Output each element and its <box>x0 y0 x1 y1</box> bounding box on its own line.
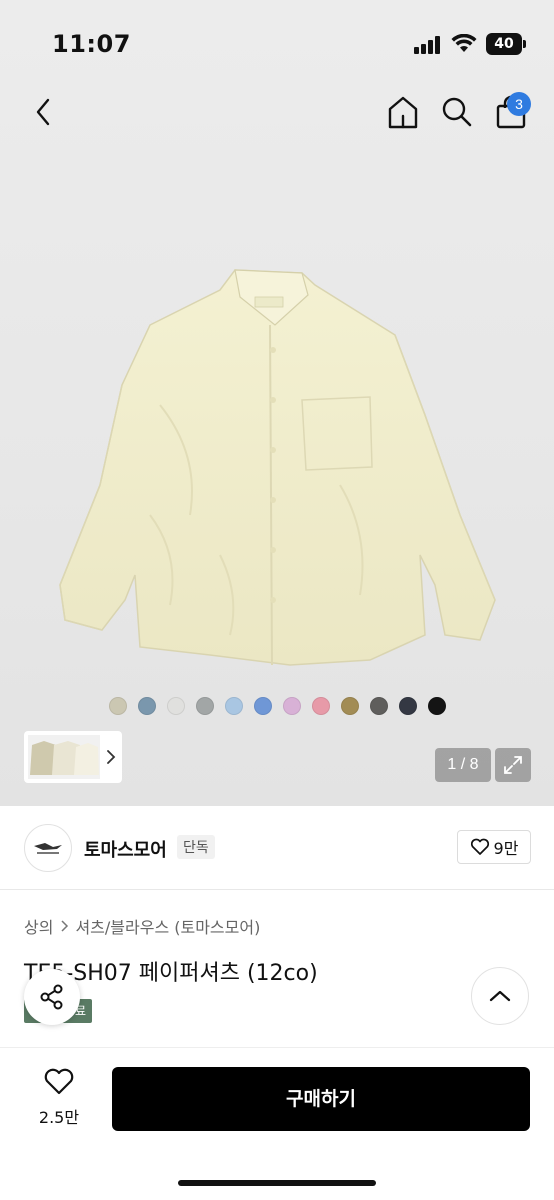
cellular-signal-icon <box>414 36 442 54</box>
thumbnail-strip[interactable] <box>24 731 122 783</box>
scroll-top-button[interactable] <box>471 967 529 1025</box>
color-swatch[interactable] <box>370 697 388 715</box>
chevron-right-icon <box>61 920 69 932</box>
share-button[interactable] <box>24 969 80 1025</box>
product-gallery[interactable]: 11:07 40 3 1 / 8 <box>0 0 554 806</box>
heart-icon <box>44 1068 74 1095</box>
search-button[interactable] <box>440 94 474 130</box>
share-icon <box>40 984 63 1010</box>
chevron-up-icon <box>489 990 511 1002</box>
wifi-icon <box>451 34 477 52</box>
shop-name[interactable]: 토마스모어 <box>84 836 167 862</box>
status-time: 11:07 <box>52 30 131 58</box>
color-swatch[interactable] <box>225 697 243 715</box>
breadcrumb-item[interactable]: 상의 <box>24 914 53 938</box>
color-swatch[interactable] <box>109 697 127 715</box>
wishlist-button[interactable]: 2.5만 <box>28 1068 90 1128</box>
back-button[interactable] <box>28 94 58 130</box>
buy-button[interactable]: 구매하기 <box>112 1067 530 1131</box>
color-swatch[interactable] <box>138 697 156 715</box>
shop-like-button[interactable]: 9만 <box>457 830 531 864</box>
color-swatches <box>109 697 446 715</box>
color-swatch[interactable] <box>167 697 185 715</box>
color-swatch[interactable] <box>312 697 330 715</box>
wishlist-count: 2.5만 <box>38 1108 80 1127</box>
home-button[interactable] <box>386 94 420 130</box>
color-swatch[interactable] <box>254 697 272 715</box>
battery-icon: 40 <box>486 33 526 55</box>
image-counter: 1 / 8 <box>435 748 491 782</box>
color-swatch[interactable] <box>341 697 359 715</box>
exclusive-badge: 단독 <box>177 835 215 859</box>
heart-icon <box>470 838 489 855</box>
home-indicator <box>178 1180 376 1186</box>
expand-button[interactable] <box>495 748 531 782</box>
bag-count-badge: 3 <box>507 92 531 116</box>
breadcrumb: 상의 셔츠/블라우스 (토마스모어) <box>24 914 260 938</box>
thumbnail-image[interactable] <box>28 735 100 779</box>
home-icon <box>388 96 418 129</box>
chevron-right-icon <box>107 750 116 764</box>
status-bar: 11:07 40 <box>0 0 554 80</box>
expand-icon <box>504 756 522 774</box>
shop-logo[interactable] <box>24 824 72 872</box>
chevron-left-icon <box>36 98 50 126</box>
divider <box>0 1047 554 1048</box>
product-image[interactable] <box>40 255 520 685</box>
color-swatch[interactable] <box>196 697 214 715</box>
color-swatch[interactable] <box>399 697 417 715</box>
breadcrumb-item[interactable]: 셔츠/블라우스 (토마스모어) <box>75 914 260 938</box>
color-swatch[interactable] <box>283 697 301 715</box>
shop-row: 토마스모어 단독 9만 <box>0 806 554 890</box>
search-icon <box>442 97 472 127</box>
shop-like-count: 9만 <box>493 839 519 858</box>
color-swatch[interactable] <box>428 697 446 715</box>
